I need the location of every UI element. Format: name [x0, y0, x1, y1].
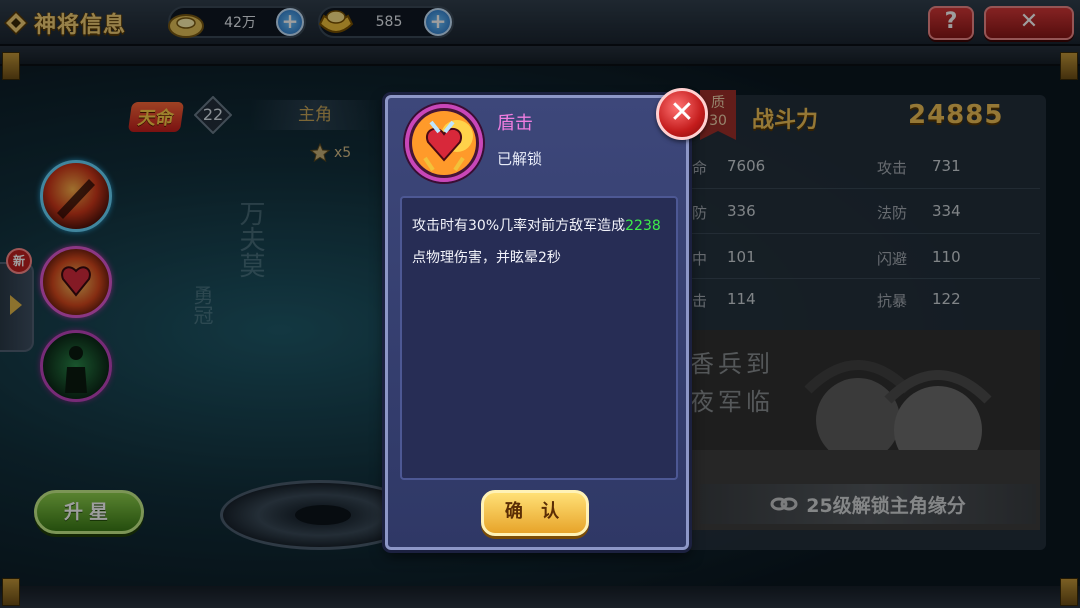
close-dialog-button[interactable]: ✕	[656, 88, 708, 140]
shield-bash-icon	[412, 111, 476, 175]
confirm-button[interactable]: 确 认	[481, 490, 589, 536]
skill-name: 盾击	[497, 113, 533, 134]
skill-icon-frame	[405, 104, 483, 182]
skill-description: 攻击时有30%几率对前方敌军造成2238 点物理伤害，并眩晕2秒	[400, 196, 678, 480]
desc-suffix: 点物理伤害，并眩晕2秒	[412, 250, 561, 266]
desc-prefix: 攻击时有30%几率对前方敌军造成	[412, 218, 626, 234]
desc-damage-value: 2238	[625, 218, 661, 234]
skill-status: 已解锁	[497, 150, 543, 168]
